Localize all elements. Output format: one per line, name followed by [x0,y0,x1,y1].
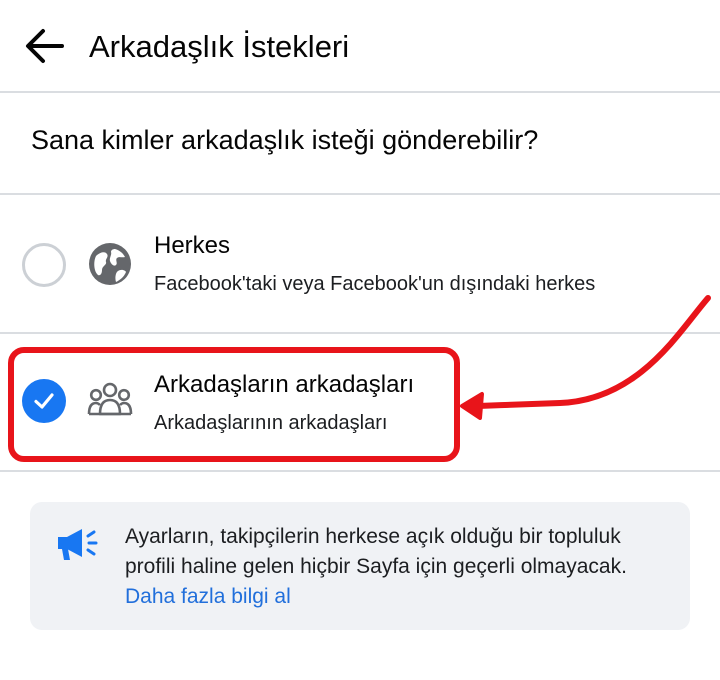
option-subtitle: Arkadaşlarının arkadaşları [154,412,388,434]
option-subtitle: Facebook'taki veya Facebook'un dışındaki… [154,273,596,295]
info-notice: Ayarların, takipçilerin herkese açık old… [30,502,690,630]
section-question: Sana kimler arkadaşlık isteği gönderebil… [31,125,539,155]
globe-icon [86,240,134,288]
back-button[interactable] [18,22,70,70]
divider [0,193,720,195]
learn-more-link[interactable]: Daha fazla bilgi al [125,585,291,608]
people-group-icon [86,376,134,424]
top-bar: Arkadaşlık İstekleri [0,0,720,93]
divider [0,470,720,472]
option-friends-of-friends[interactable]: Arkadaşların arkadaşları Arkadaşlarının … [0,335,720,471]
divider [0,332,720,334]
option-title: Arkadaşların arkadaşları [154,371,415,398]
info-message: Ayarların, takipçilerin herkese açık old… [125,525,627,578]
radio-everyone[interactable] [22,243,66,287]
arrow-left-icon [26,29,64,63]
info-text: Ayarların, takipçilerin herkese açık old… [125,522,665,612]
checkmark-icon [34,393,54,409]
option-everyone[interactable]: Herkes Facebook'taki veya Facebook'un dı… [0,196,720,332]
page-title: Arkadaşlık İstekleri [89,29,350,64]
radio-friends-of-friends[interactable] [22,379,66,423]
megaphone-icon [54,524,102,564]
option-title: Herkes [154,232,231,259]
